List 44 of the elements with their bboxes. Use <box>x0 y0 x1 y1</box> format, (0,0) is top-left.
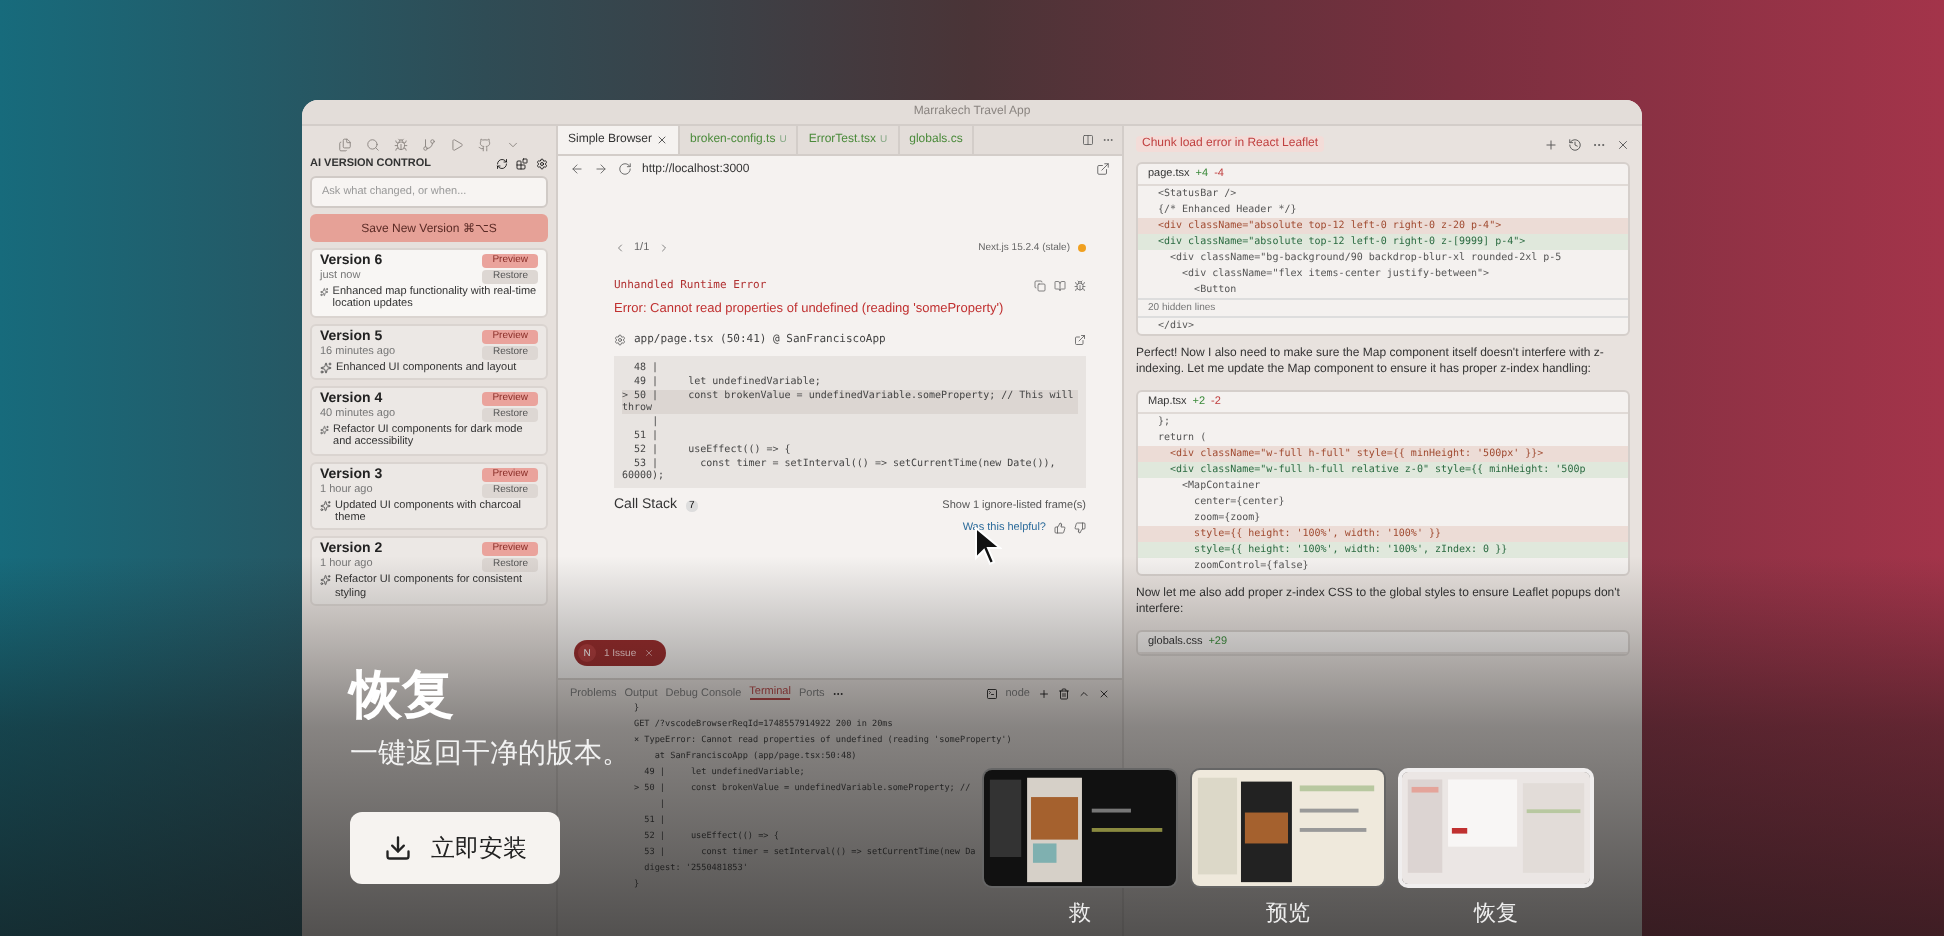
download-icon <box>383 834 411 863</box>
sparkle-icon <box>320 286 329 298</box>
settings-icon[interactable] <box>536 158 548 170</box>
sparkle-icon <box>320 499 332 512</box>
files-icon[interactable] <box>338 138 352 152</box>
copy-icon[interactable] <box>1034 280 1046 292</box>
search-icon[interactable] <box>366 138 380 152</box>
close-icon[interactable] <box>1616 137 1630 151</box>
split-icon[interactable] <box>1082 134 1094 146</box>
back-icon[interactable] <box>570 162 584 176</box>
trash-icon[interactable] <box>1058 687 1070 699</box>
thumbnail-label: 救 <box>1069 898 1091 928</box>
bug-icon[interactable] <box>394 138 408 152</box>
history-icon[interactable] <box>1568 137 1582 151</box>
thumbs-up-icon[interactable] <box>1054 522 1066 534</box>
play-icon[interactable] <box>450 138 464 152</box>
external-link-icon[interactable] <box>1074 334 1086 346</box>
branch-icon[interactable] <box>422 138 436 152</box>
hero-subtitle: 一键返回干净的版本。 <box>350 736 630 773</box>
hero-title: 恢复 <box>350 666 454 729</box>
thumbs-down-icon[interactable] <box>1074 522 1086 534</box>
cat-icon[interactable] <box>478 138 492 152</box>
cursor-icon <box>974 526 1002 566</box>
chevron-up-icon[interactable] <box>1078 687 1090 699</box>
plus-icon[interactable] <box>1038 687 1050 699</box>
close-icon[interactable] <box>1098 687 1110 699</box>
refresh-icon[interactable] <box>496 158 508 170</box>
terminal-icon[interactable] <box>985 687 998 699</box>
sparkle-icon <box>320 361 332 374</box>
thumbnail-label: 预览 <box>1266 898 1310 928</box>
thumbnail-label: 恢复 <box>1474 898 1518 928</box>
bug-icon[interactable] <box>1074 280 1086 292</box>
plus-icon[interactable] <box>1544 137 1558 151</box>
forward-icon[interactable] <box>594 162 608 176</box>
status-dot <box>1078 244 1086 252</box>
blocks-icon[interactable] <box>516 158 528 170</box>
sparkle-icon <box>320 574 331 587</box>
gear-icon[interactable] <box>614 334 626 346</box>
sparkle-icon <box>320 423 330 436</box>
install-button[interactable]: 立即安装 <box>350 812 560 885</box>
book-icon[interactable] <box>1054 280 1066 292</box>
reload-icon[interactable] <box>618 162 632 176</box>
external-link-icon[interactable] <box>1096 162 1110 176</box>
close-icon[interactable] <box>656 134 669 146</box>
